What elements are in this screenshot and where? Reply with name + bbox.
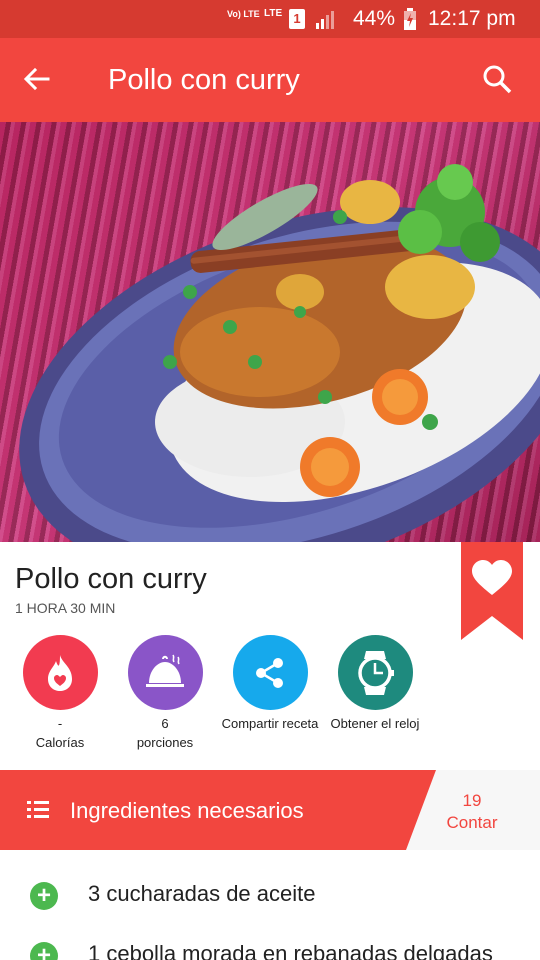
list-icon bbox=[27, 801, 49, 818]
page-title: Pollo con curry bbox=[108, 64, 300, 96]
add-icon[interactable]: + bbox=[30, 942, 58, 960]
portions-value: 6 bbox=[161, 716, 169, 731]
ingredients-count-label: Contar bbox=[446, 813, 498, 832]
ingredients-count-value: 19 bbox=[462, 791, 482, 810]
ingredient-text: 1 cebolla morada en rebanadas delgadas bbox=[88, 941, 493, 960]
volte-indicator: Vo) LTE bbox=[227, 9, 260, 19]
ingredient-item[interactable]: + 1 cebolla morada en rebanadas delgadas bbox=[0, 928, 540, 960]
ingredient-text: 3 cucharadas de aceite bbox=[88, 881, 316, 906]
watch-circle bbox=[337, 635, 413, 710]
watch-button[interactable]: Obtener el reloj bbox=[320, 635, 430, 732]
share-label: Compartir receta bbox=[221, 716, 319, 731]
search-icon bbox=[483, 65, 512, 94]
favorite-button[interactable] bbox=[461, 542, 523, 640]
back-button[interactable] bbox=[16, 60, 56, 100]
back-arrow-icon bbox=[23, 67, 50, 91]
lte-indicator: LTE bbox=[264, 8, 283, 19]
cloche-icon bbox=[146, 654, 184, 687]
ingredients-header[interactable]: Ingredientes necesarios 19 Contar bbox=[0, 770, 540, 850]
search-button[interactable] bbox=[478, 60, 518, 100]
ingredients-title: Ingredientes necesarios bbox=[70, 798, 304, 823]
watch-icon bbox=[358, 650, 394, 695]
recipe-photo bbox=[0, 122, 540, 542]
status-bar: Vo) LTE LTE 1 44% 12:17 pm bbox=[0, 0, 540, 38]
calories-button[interactable]: - Calorías bbox=[5, 635, 115, 751]
share-icon bbox=[256, 657, 283, 688]
portions-button[interactable]: 6 porciones bbox=[110, 635, 220, 751]
recipe-title: Pollo con curry bbox=[15, 563, 207, 595]
flame-icon bbox=[48, 654, 72, 691]
calories-value: - bbox=[57, 716, 63, 731]
battery-charging-icon bbox=[404, 8, 416, 30]
signal-icon bbox=[316, 11, 334, 29]
share-button[interactable]: Compartir receta bbox=[215, 635, 325, 732]
portions-circle bbox=[127, 635, 203, 710]
calories-circle bbox=[22, 635, 98, 710]
share-circle bbox=[232, 635, 308, 710]
recipe-cooking-time: 1 HORA 30 MIN bbox=[15, 600, 116, 616]
curry-dish-illustration bbox=[19, 164, 540, 542]
app-bar: Pollo con curry bbox=[0, 38, 540, 122]
watch-label: Obtener el reloj bbox=[330, 716, 420, 731]
portions-label: porciones bbox=[136, 735, 194, 750]
add-icon[interactable]: + bbox=[30, 882, 58, 910]
heart-icon bbox=[461, 542, 523, 640]
ingredient-item[interactable]: + 3 cucharadas de aceite bbox=[0, 868, 540, 928]
clock-time: 12:17 pm bbox=[428, 7, 516, 30]
ingredients-count: 19 Contar bbox=[430, 790, 514, 834]
battery-percent: 44% bbox=[353, 7, 396, 30]
calories-label: Calorías bbox=[35, 735, 85, 750]
sim-indicator: 1 bbox=[289, 9, 305, 29]
